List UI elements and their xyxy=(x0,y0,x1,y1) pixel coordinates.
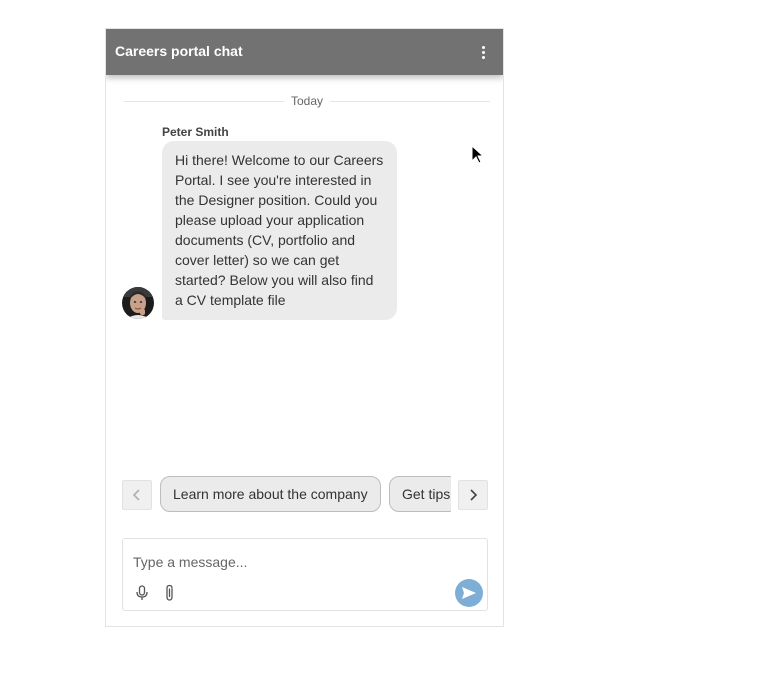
chat-header: Careers portal chat xyxy=(106,29,503,75)
avatar xyxy=(122,287,154,319)
chat-widget: Careers portal chat Today Peter Smith Hi… xyxy=(105,28,504,627)
chevron-left-icon[interactable] xyxy=(122,480,152,510)
message-composer xyxy=(122,538,488,611)
send-icon xyxy=(462,587,476,599)
quick-replies: Learn more about the company Get tips xyxy=(160,475,451,515)
chevron-right-icon[interactable] xyxy=(458,480,488,510)
quick-reply-get-tips[interactable]: Get tips xyxy=(389,476,451,512)
date-separator: Today xyxy=(124,93,490,109)
send-button[interactable] xyxy=(455,579,483,607)
mouse-cursor-icon xyxy=(471,144,485,165)
microphone-icon[interactable] xyxy=(135,585,149,601)
quick-reply-learn-more[interactable]: Learn more about the company xyxy=(160,476,381,512)
chat-title: Careers portal chat xyxy=(115,43,243,59)
paperclip-icon[interactable] xyxy=(163,584,177,602)
message-sender-name: Peter Smith xyxy=(162,125,229,139)
message-input[interactable] xyxy=(131,549,475,575)
message-bubble: Hi there! Welcome to our Careers Portal.… xyxy=(162,141,397,320)
more-vertical-icon[interactable] xyxy=(475,42,491,62)
